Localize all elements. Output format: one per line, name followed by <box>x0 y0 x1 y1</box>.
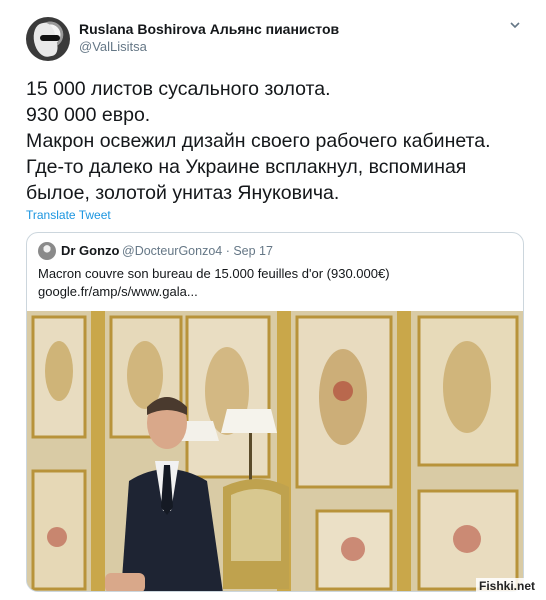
photo[interactable] <box>27 311 523 591</box>
quoted-tweet[interactable]: Dr Gonzo @DocteurGonzo4 · Sep 17 Macron … <box>26 232 524 592</box>
avatar-glasses <box>40 35 60 41</box>
quoted-tweet-text: Macron couvre son bureau de 15.000 feuil… <box>38 265 508 301</box>
chevron-down-icon[interactable] <box>510 20 520 30</box>
office-photo-illustration <box>27 311 523 591</box>
author-avatar[interactable] <box>26 17 70 61</box>
tweet-text-line: Макрон освежил дизайн своего рабочего ка… <box>26 130 491 152</box>
quoted-author-avatar[interactable] <box>38 242 56 260</box>
author-handle[interactable]: @ValLisitsa <box>79 39 147 54</box>
translate-tweet-link[interactable]: Translate Tweet <box>26 208 111 222</box>
watermark: Fishki.net <box>475 578 538 594</box>
quoted-text-line[interactable]: google.fr/amp/s/www.gala... <box>38 283 508 301</box>
author-name[interactable]: Ruslana Boshirova Альянс пианистов <box>79 21 339 37</box>
quoted-author-meta: @DocteurGonzo4 · Sep 17 <box>122 244 273 258</box>
tweet-text: 15 000 листов сусального золота. 930 000… <box>26 76 526 206</box>
tweet-text-line: 15 000 листов сусального золота. <box>26 78 331 100</box>
quoted-text-line: Macron couvre son bureau de 15.000 feuil… <box>38 266 390 281</box>
tweet: Ruslana Boshirova Альянс пианистов @ValL… <box>0 0 546 600</box>
tweet-text-line: былое, золотой унитаз Януковича. <box>26 182 340 204</box>
tweet-text-line: Где-то далеко на Украине всплакнул, вспо… <box>26 156 467 178</box>
quoted-author-name[interactable]: Dr Gonzo <box>61 243 120 258</box>
tweet-text-line: 930 000 евро. <box>26 104 151 126</box>
